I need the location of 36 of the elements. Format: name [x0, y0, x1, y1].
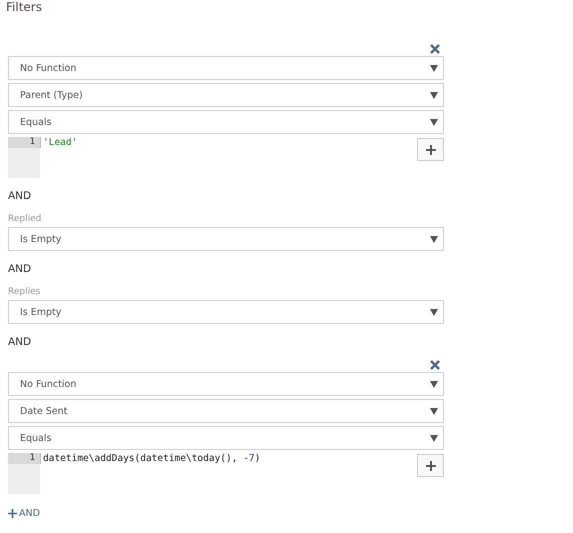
- code-editor[interactable]: 1 'Lead': [8, 137, 417, 178]
- select-dropdown[interactable]: Is Empty: [8, 227, 444, 251]
- caret-icon: [430, 308, 438, 316]
- and-label: AND: [8, 263, 32, 275]
- add-button[interactable]: [417, 454, 444, 477]
- add-and-link[interactable]: AND: [8, 508, 40, 519]
- line-number: 1: [8, 137, 40, 148]
- field-label: Replied: [8, 214, 42, 224]
- caret-icon: [430, 434, 438, 442]
- select-dropdown[interactable]: Equals: [8, 110, 444, 134]
- caret-icon: [430, 118, 438, 126]
- add-button[interactable]: [417, 138, 444, 161]
- close-icon[interactable]: [430, 360, 440, 370]
- plus-icon: [424, 460, 436, 472]
- and-label: AND: [8, 190, 32, 202]
- select-dropdown[interactable]: No Function: [8, 56, 444, 80]
- code-line: 'Lead': [40, 137, 78, 148]
- plus-icon: [424, 144, 436, 156]
- plus-icon: [8, 509, 17, 518]
- caret-icon: [430, 91, 438, 99]
- select-dropdown[interactable]: Date Sent: [8, 399, 444, 423]
- caret-icon: [430, 380, 438, 388]
- code-editor[interactable]: 1 datetime\addDays(datetime\today(), -7): [8, 453, 417, 494]
- select-dropdown[interactable]: No Function: [8, 372, 444, 396]
- caret-icon: [430, 407, 438, 415]
- filters-title: Filters: [6, 0, 43, 14]
- select-dropdown[interactable]: Parent (Type): [8, 83, 444, 107]
- and-label: AND: [8, 336, 32, 348]
- field-label: Replies: [8, 287, 42, 297]
- code-line: datetime\addDays(datetime\today(), -7): [40, 453, 260, 464]
- caret-icon: [430, 235, 438, 243]
- close-icon[interactable]: [430, 44, 440, 54]
- select-dropdown[interactable]: Is Empty: [8, 300, 444, 324]
- line-number: 1: [8, 453, 40, 464]
- caret-icon: [430, 64, 438, 72]
- select-dropdown[interactable]: Equals: [8, 426, 444, 450]
